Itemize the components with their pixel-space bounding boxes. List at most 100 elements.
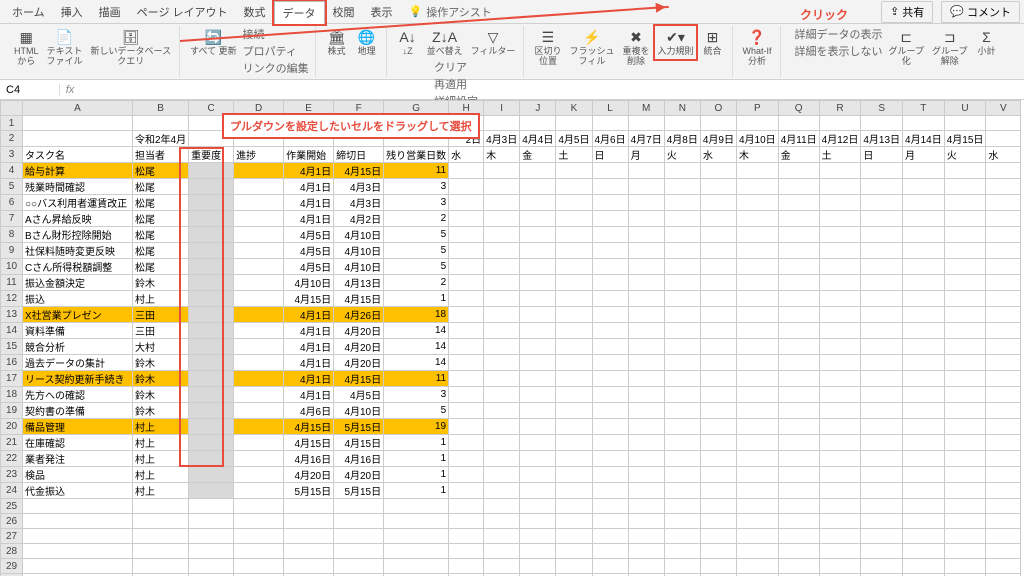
due-cell[interactable]: 4月20日 <box>334 467 384 483</box>
priority-cell[interactable] <box>189 435 234 451</box>
person-cell[interactable]: 松尾 <box>133 195 189 211</box>
due-cell[interactable]: 4月2日 <box>334 211 384 227</box>
db-button[interactable]: 🗄新しいデータベースクエリ <box>89 26 174 69</box>
priority-cell[interactable] <box>189 211 234 227</box>
priority-cell[interactable] <box>189 387 234 403</box>
days-cell[interactable]: 11 <box>384 371 449 387</box>
table-row[interactable]: 21在庫確認村上4月15日4月15日1 <box>1 435 1021 451</box>
ribbon-sub-item[interactable]: 再適用 <box>434 76 478 92</box>
col-header[interactable]: Q <box>778 101 819 116</box>
weekday-cell[interactable]: 木 <box>484 147 520 163</box>
person-cell[interactable]: 村上 <box>133 483 189 499</box>
days-cell[interactable]: 14 <box>384 339 449 355</box>
priority-cell[interactable] <box>189 291 234 307</box>
table-row[interactable]: 13X社営業プレゼン三田4月1日4月26日18 <box>1 307 1021 323</box>
weekday-cell[interactable]: 土 <box>556 147 592 163</box>
name-box[interactable]: C4 <box>0 84 60 96</box>
table-row[interactable]: 10Cさん所得税額調整松尾4月5日4月10日5 <box>1 259 1021 275</box>
ribbon-sub-item[interactable]: クリア <box>434 59 478 75</box>
table-row[interactable]: 16過去データの集計鈴木4月1日4月20日14 <box>1 355 1021 371</box>
start-cell[interactable]: 4月1日 <box>284 163 334 179</box>
priority-cell[interactable] <box>189 227 234 243</box>
person-cell[interactable]: 松尾 <box>133 163 189 179</box>
start-cell[interactable]: 4月15日 <box>284 419 334 435</box>
priority-cell[interactable] <box>189 355 234 371</box>
start-cell[interactable]: 4月20日 <box>284 467 334 483</box>
task-cell[interactable]: 資料準備 <box>23 323 133 339</box>
task-cell[interactable]: 備品管理 <box>23 419 133 435</box>
days-cell[interactable]: 19 <box>384 419 449 435</box>
weekday-cell[interactable]: 土 <box>819 147 861 163</box>
due-cell[interactable]: 4月15日 <box>334 163 384 179</box>
col-header[interactable]: M <box>628 101 664 116</box>
task-cell[interactable]: 給与計算 <box>23 163 133 179</box>
subtotal-button[interactable]: Σ小計 <box>973 26 999 59</box>
start-cell[interactable]: 5月15日 <box>284 483 334 499</box>
weekday-cell[interactable]: 金 <box>778 147 819 163</box>
due-cell[interactable]: 4月10日 <box>334 227 384 243</box>
person-cell[interactable]: 鈴木 <box>133 355 189 371</box>
task-cell[interactable]: リース契約更新手続き <box>23 371 133 387</box>
due-cell[interactable]: 4月3日 <box>334 195 384 211</box>
start-cell[interactable]: 4月1日 <box>284 211 334 227</box>
priority-cell[interactable] <box>189 243 234 259</box>
person-cell[interactable]: 松尾 <box>133 259 189 275</box>
person-cell[interactable]: 松尾 <box>133 243 189 259</box>
task-cell[interactable]: 振込金額決定 <box>23 275 133 291</box>
table-row[interactable]: 18先方への確認鈴木4月1日4月5日3 <box>1 387 1021 403</box>
table-header-cell[interactable]: 締切日 <box>334 147 384 163</box>
task-cell[interactable]: 残業時間確認 <box>23 179 133 195</box>
due-cell[interactable]: 4月10日 <box>334 243 384 259</box>
col-header[interactable]: B <box>133 101 189 116</box>
priority-cell[interactable] <box>189 483 234 499</box>
col-header[interactable]: I <box>484 101 520 116</box>
priority-cell[interactable] <box>189 259 234 275</box>
due-cell[interactable]: 4月13日 <box>334 275 384 291</box>
ribbon-sub-item[interactable]: 詳細を表示しない <box>795 43 883 59</box>
weekday-cell[interactable]: 金 <box>520 147 556 163</box>
table-row[interactable]: 19契約書の準備鈴木4月6日4月10日5 <box>1 403 1021 419</box>
weekday-cell[interactable]: 火 <box>664 147 700 163</box>
person-cell[interactable]: 大村 <box>133 339 189 355</box>
weekday-cell[interactable]: 水 <box>700 147 736 163</box>
task-cell[interactable]: X社営業プレゼン <box>23 307 133 323</box>
priority-cell[interactable] <box>189 419 234 435</box>
task-cell[interactable]: ○○バス利用者運賃改正 <box>23 195 133 211</box>
fx-icon[interactable]: fx <box>60 84 80 96</box>
col-header[interactable]: T <box>903 101 945 116</box>
task-cell[interactable]: Aさん昇給反映 <box>23 211 133 227</box>
start-cell[interactable]: 4月16日 <box>284 451 334 467</box>
start-cell[interactable]: 4月6日 <box>284 403 334 419</box>
start-cell[interactable]: 4月1日 <box>284 179 334 195</box>
table-row[interactable]: 20備品管理村上4月15日5月15日19 <box>1 419 1021 435</box>
tab-ページ レイアウト[interactable]: ページ レイアウト <box>129 1 236 23</box>
start-cell[interactable]: 4月1日 <box>284 195 334 211</box>
due-cell[interactable]: 4月10日 <box>334 403 384 419</box>
sort-az-button[interactable]: A↓↓Z <box>395 26 421 59</box>
start-cell[interactable]: 4月1日 <box>284 339 334 355</box>
col-header[interactable]: J <box>520 101 556 116</box>
due-cell[interactable]: 4月10日 <box>334 259 384 275</box>
table-row[interactable]: 15競合分析大村4月1日4月20日14 <box>1 339 1021 355</box>
person-cell[interactable]: 三田 <box>133 323 189 339</box>
person-cell[interactable]: 松尾 <box>133 227 189 243</box>
weekday-cell[interactable]: 日 <box>861 147 903 163</box>
tab-データ[interactable]: データ <box>274 1 325 24</box>
col-header[interactable]: P <box>737 101 779 116</box>
person-cell[interactable]: 鈴木 <box>133 403 189 419</box>
priority-cell[interactable] <box>189 195 234 211</box>
ribbon-sub-item[interactable]: リンクの編集 <box>243 60 309 76</box>
priority-cell[interactable] <box>189 307 234 323</box>
person-cell[interactable]: 鈴木 <box>133 371 189 387</box>
days-cell[interactable]: 1 <box>384 483 449 499</box>
table-header-cell[interactable]: 担当者 <box>133 147 189 163</box>
table-row[interactable]: 11振込金額決定鈴木4月10日4月13日2 <box>1 275 1021 291</box>
table-row[interactable]: 22業者発注村上4月16日4月16日1 <box>1 451 1021 467</box>
task-cell[interactable]: 業者発注 <box>23 451 133 467</box>
html-button[interactable]: ▦HTMLから <box>12 26 41 69</box>
task-cell[interactable]: 在庫確認 <box>23 435 133 451</box>
days-cell[interactable]: 18 <box>384 307 449 323</box>
task-cell[interactable]: 契約書の準備 <box>23 403 133 419</box>
assist-search[interactable]: 💡操作アシスト <box>409 4 492 20</box>
text-cols-button[interactable]: ☰区切り位置 <box>532 26 563 69</box>
